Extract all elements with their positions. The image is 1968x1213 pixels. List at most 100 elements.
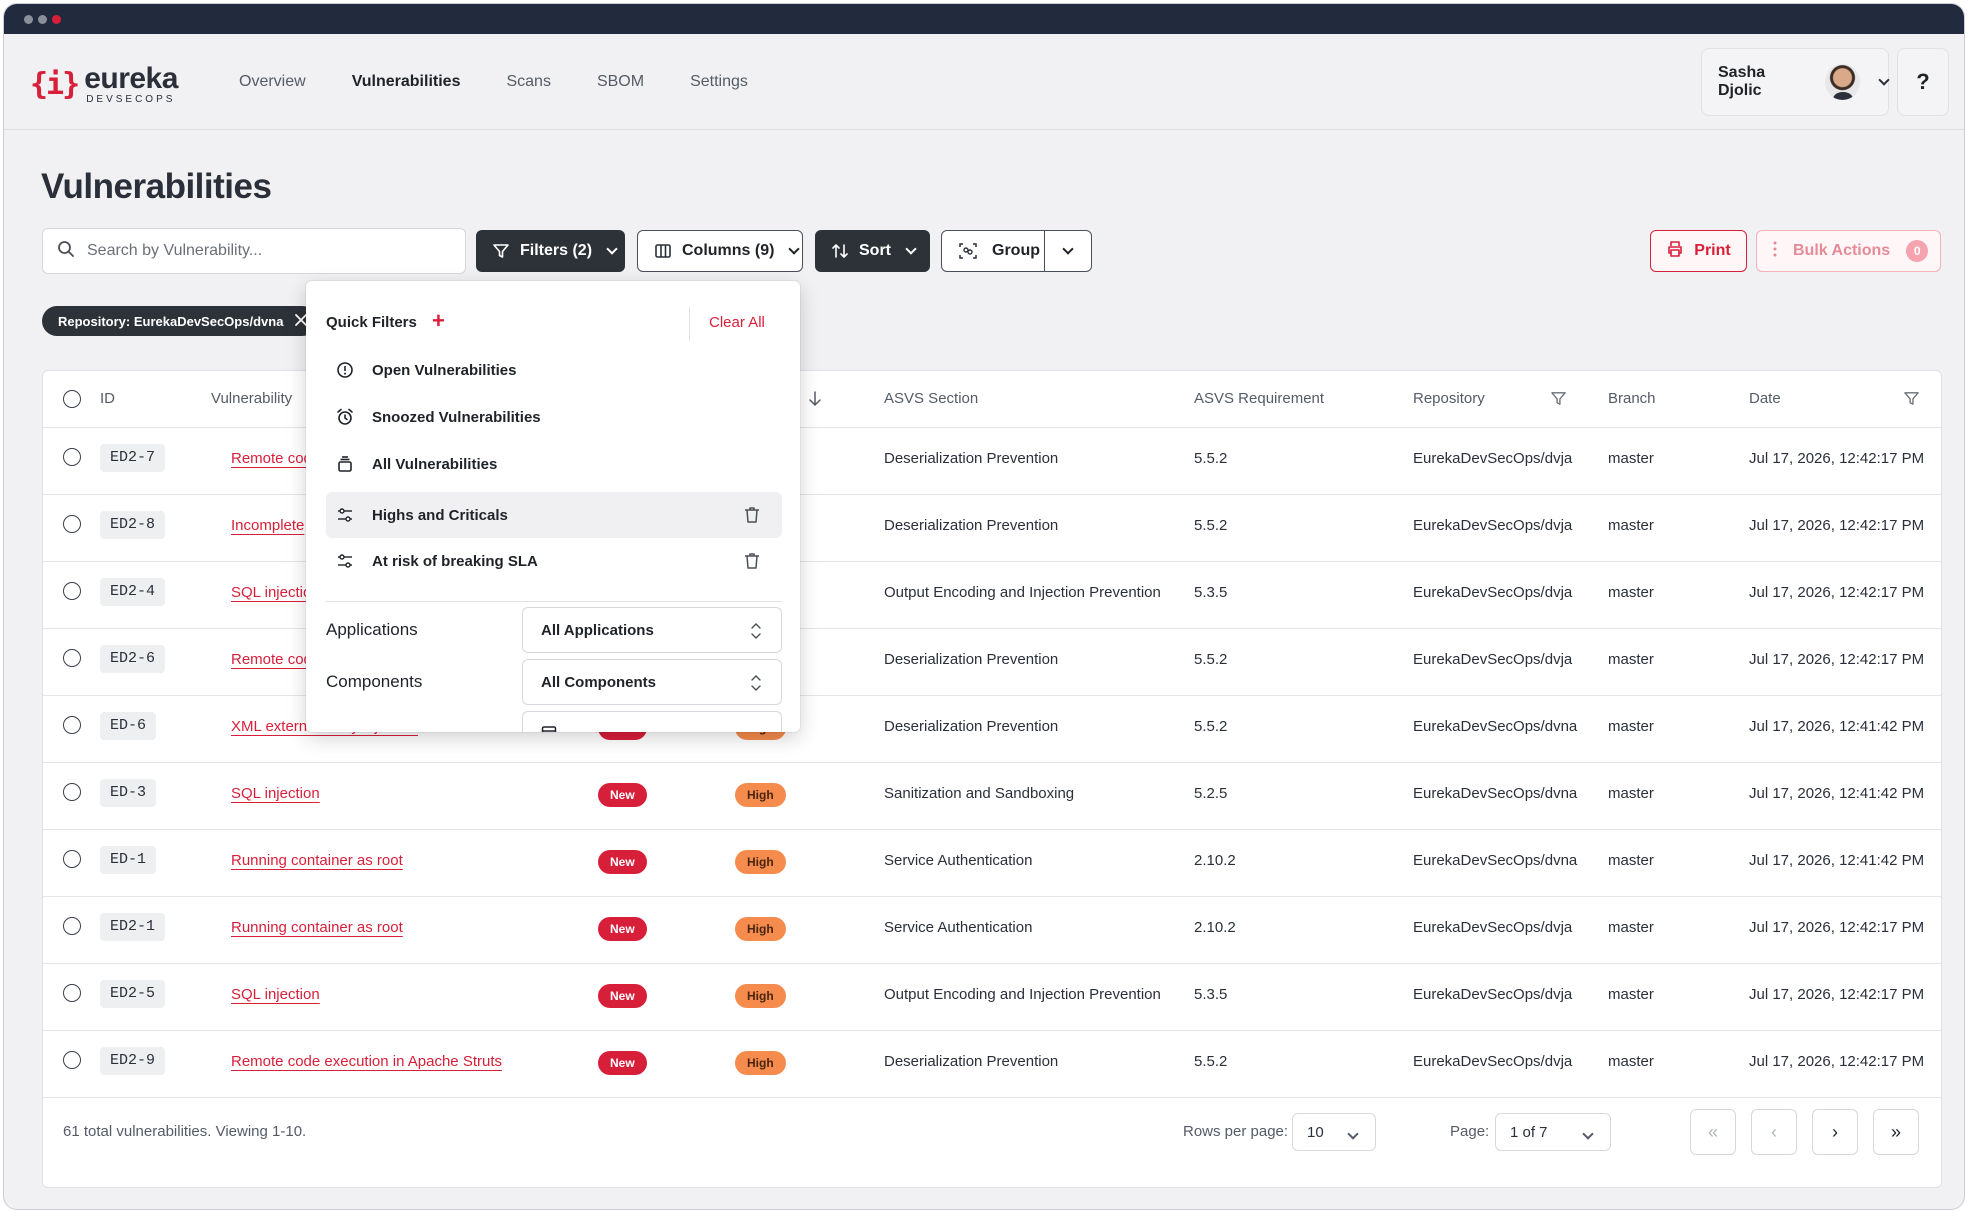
asvs-requirement-cell: 5.2.5 <box>1194 785 1228 802</box>
brand-logo[interactable]: {i} eureka DEVSECOPS <box>30 63 178 104</box>
row-checkbox[interactable] <box>63 1051 81 1069</box>
vulnerability-id: ED2-8 <box>100 511 166 539</box>
nav-overview[interactable]: Overview <box>216 68 329 96</box>
nav-vulnerabilities[interactable]: Vulnerabilities <box>329 68 484 96</box>
date-cell: Jul 17, 2026, 12:42:17 PM <box>1749 584 1925 601</box>
asvs-section-cell: Sanitization and Sandboxing <box>884 785 1075 802</box>
user-menu[interactable]: Sasha Djolic <box>1701 48 1890 116</box>
header-vulnerability[interactable]: Vulnerability <box>211 390 292 407</box>
date-range-select[interactable] <box>522 711 782 732</box>
repository-cell: EurekaDevSecOps/dvja <box>1413 1053 1573 1070</box>
vulnerability-link[interactable]: Running container as root <box>231 919 403 936</box>
row-checkbox[interactable] <box>63 649 81 667</box>
vulnerability-link[interactable]: SQL injection <box>231 986 320 1003</box>
branch-cell: master <box>1608 584 1654 601</box>
row-checkbox[interactable] <box>63 582 81 600</box>
more-vertical-icon <box>1773 241 1777 262</box>
header-asvs-requirement[interactable]: ASVS Requirement <box>1194 390 1324 407</box>
severity-badge: High <box>735 917 786 941</box>
repository-cell: EurekaDevSecOps/dvna <box>1413 852 1578 869</box>
vulnerability-id: ED2-1 <box>100 913 166 941</box>
chevron-down-icon <box>606 240 618 258</box>
table-row[interactable]: ED2-5 SQL injection New High Output Encoding… <box>43 964 1941 1031</box>
vulnerability-id: ED-6 <box>100 712 157 740</box>
components-select[interactable]: All Components <box>522 659 782 705</box>
header-repository[interactable]: Repository <box>1413 390 1485 407</box>
header-id[interactable]: ID <box>100 390 115 407</box>
branch-cell: master <box>1608 785 1654 802</box>
filters-button[interactable]: Filters (2) <box>476 230 625 272</box>
table-row[interactable]: ED-1 Running container as root New High Serv… <box>43 830 1941 897</box>
row-checkbox[interactable] <box>63 783 81 801</box>
asvs-requirement-cell: 2.10.2 <box>1194 919 1236 936</box>
filter-icon[interactable] <box>1550 390 1567 412</box>
trash-icon[interactable] <box>744 552 760 574</box>
select-all-checkbox[interactable] <box>63 390 81 408</box>
alarm-clock-icon <box>332 408 358 426</box>
sort-down-arrow-icon[interactable] <box>809 391 821 412</box>
header-asvs-section[interactable]: ASVS Section <box>884 390 978 407</box>
add-quick-filter-icon[interactable]: + <box>432 308 445 334</box>
search-input[interactable] <box>87 242 447 260</box>
page-select[interactable]: 1 of 7 <box>1495 1113 1611 1151</box>
window-dot-1[interactable] <box>24 15 33 24</box>
asvs-requirement-cell: 5.3.5 <box>1194 986 1228 1003</box>
quick-filter-open-vulnerabilities[interactable]: Open Vulnerabilities <box>326 347 782 393</box>
vulnerability-link[interactable]: Incomplete <box>231 517 304 534</box>
repository-cell: EurekaDevSecOps/dvja <box>1413 651 1573 668</box>
last-page-button[interactable]: » <box>1873 1109 1919 1155</box>
trash-icon[interactable] <box>744 506 760 528</box>
print-button-label: Print <box>1694 242 1731 259</box>
vulnerability-link[interactable]: SQL injection <box>231 785 320 802</box>
table-row[interactable]: ED2-1 Running container as root New High Ser… <box>43 897 1941 964</box>
columns-button[interactable]: Columns (9) <box>637 230 803 272</box>
vulnerability-link[interactable]: Running container as root <box>231 852 403 869</box>
filter-icon[interactable] <box>1903 390 1920 412</box>
first-page-button[interactable]: « <box>1690 1109 1736 1155</box>
quick-filter-all-vulnerabilities[interactable]: All Vulnerabilities <box>326 441 782 487</box>
print-button[interactable]: Print <box>1650 230 1747 272</box>
sort-button[interactable]: Sort <box>815 230 930 272</box>
active-filter-chip[interactable]: Repository: EurekaDevSecOps/dvna <box>42 306 318 336</box>
help-button[interactable]: ? <box>1897 48 1949 116</box>
search-box[interactable] <box>42 228 466 274</box>
nav-sbom[interactable]: SBOM <box>574 68 667 96</box>
next-page-button[interactable]: › <box>1812 1109 1858 1155</box>
window-dot-2[interactable] <box>38 15 47 24</box>
vulnerability-id: ED-3 <box>100 779 157 807</box>
clear-all-button[interactable]: Clear All <box>709 314 765 331</box>
repository-cell: EurekaDevSecOps/dvna <box>1413 718 1578 735</box>
active-filter-label: Repository: EurekaDevSecOps/dvna <box>58 313 284 329</box>
row-checkbox[interactable] <box>63 917 81 935</box>
row-checkbox[interactable] <box>63 515 81 533</box>
header-date[interactable]: Date <box>1749 390 1781 407</box>
chevron-down-icon <box>1062 240 1074 258</box>
rows-per-page-label: Rows per page: <box>1183 1123 1289 1140</box>
branch-cell: master <box>1608 718 1654 735</box>
nav-settings[interactable]: Settings <box>667 68 771 96</box>
date-cell: Jul 17, 2026, 12:42:17 PM <box>1749 450 1925 467</box>
group-button[interactable]: Group <box>941 230 1045 272</box>
vulnerability-link[interactable]: Remote code execution in Apache Struts <box>231 1053 502 1070</box>
quick-filter-snoozed-vulnerabilities[interactable]: Snoozed Vulnerabilities <box>326 394 782 440</box>
table-row[interactable]: ED-3 SQL injection New High Sanitization and… <box>43 763 1941 830</box>
nav-scans[interactable]: Scans <box>483 68 573 96</box>
vulnerability-id: ED2-6 <box>100 645 166 673</box>
date-cell: Jul 17, 2026, 12:42:17 PM <box>1749 1053 1925 1070</box>
bulk-actions-button[interactable]: Bulk Actions 0 <box>1756 230 1941 272</box>
quick-filter-highs-and-criticals[interactable]: Highs and Criticals <box>326 492 782 538</box>
row-checkbox[interactable] <box>63 984 81 1002</box>
rows-per-page-select[interactable]: 10 <box>1292 1113 1376 1151</box>
asvs-section-cell: Deserialization Prevention <box>884 1053 1059 1070</box>
group-options-button[interactable] <box>1044 230 1092 272</box>
header-branch[interactable]: Branch <box>1608 390 1656 407</box>
quick-filter-at-risk-of-breaking-sla[interactable]: At risk of breaking SLA <box>326 538 782 584</box>
row-checkbox[interactable] <box>63 448 81 466</box>
updown-chevron-icon <box>751 674 761 692</box>
applications-select[interactable]: All Applications <box>522 607 782 653</box>
previous-page-button[interactable]: ‹ <box>1751 1109 1797 1155</box>
row-checkbox[interactable] <box>63 716 81 734</box>
asvs-section-cell: Deserialization Prevention <box>884 450 1059 467</box>
row-checkbox[interactable] <box>63 850 81 868</box>
window-dot-3[interactable] <box>52 15 61 24</box>
